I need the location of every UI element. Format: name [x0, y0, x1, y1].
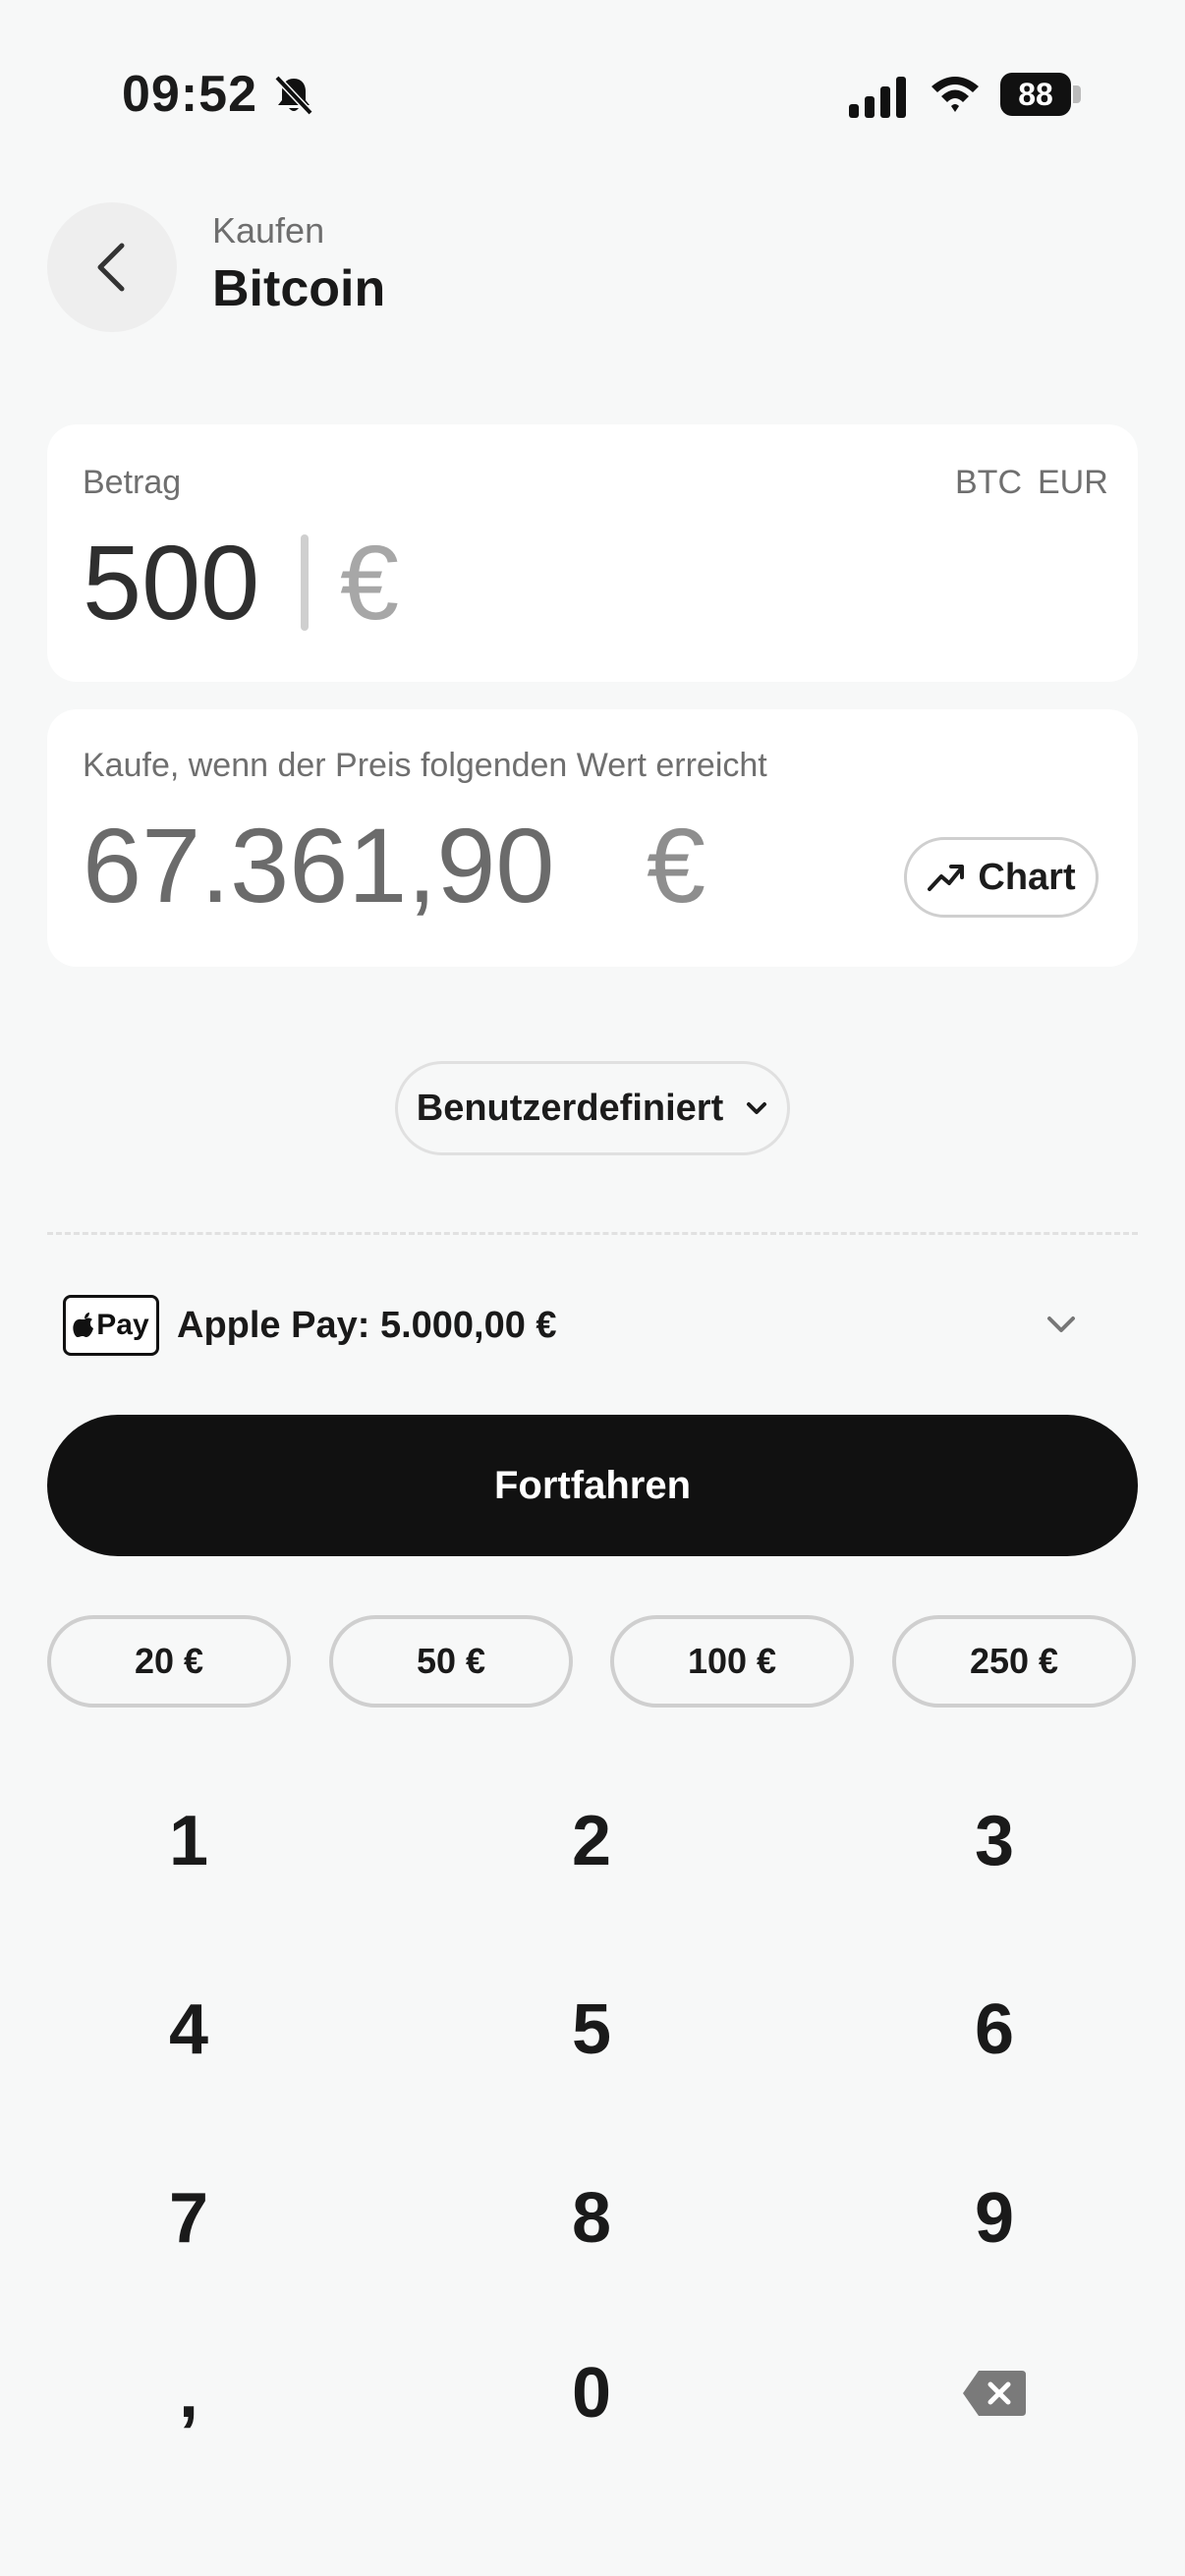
- keypad-key-6[interactable]: 6: [896, 1971, 1093, 2089]
- apple-pay-badge-text: Pay: [96, 1309, 149, 1341]
- chevron-down-icon[interactable]: [1042, 1305, 1081, 1344]
- trending-up-icon: [928, 865, 965, 891]
- chevron-down-icon: [747, 1102, 767, 1114]
- keypad-key-2[interactable]: 2: [493, 1782, 690, 1900]
- limit-price-input[interactable]: 67.361,90: [83, 804, 554, 926]
- status-time: 09:52: [122, 66, 257, 123]
- header-subtitle: Kaufen: [212, 210, 325, 251]
- page-title: Bitcoin: [212, 260, 386, 317]
- keypad-key-8[interactable]: 8: [493, 2159, 690, 2277]
- keypad-key-4[interactable]: 4: [90, 1971, 287, 2089]
- section-divider: [47, 1232, 1138, 1235]
- amount-label: Betrag: [83, 464, 182, 501]
- text-cursor: [301, 534, 309, 631]
- continue-button[interactable]: Fortfahren: [47, 1415, 1138, 1556]
- limit-price-label: Kaufe, wenn der Preis folgenden Wert err…: [83, 747, 767, 784]
- back-button[interactable]: [47, 202, 177, 332]
- keypad-key-7[interactable]: 7: [90, 2159, 287, 2277]
- chart-button[interactable]: Chart: [904, 837, 1099, 918]
- quick-amount-100[interactable]: 100 €: [610, 1615, 854, 1708]
- apple-pay-badge: Pay: [63, 1295, 159, 1356]
- keypad-key-9[interactable]: 9: [896, 2159, 1093, 2277]
- amount-currency-symbol: €: [340, 523, 400, 642]
- limit-price-currency: €: [647, 806, 706, 924]
- chevron-left-icon: [97, 243, 125, 292]
- keypad-key-1[interactable]: 1: [90, 1782, 287, 1900]
- backspace-icon: [963, 2371, 1026, 2416]
- keypad-key-3[interactable]: 3: [896, 1782, 1093, 1900]
- keypad-key-5[interactable]: 5: [493, 1971, 690, 2089]
- amount-input[interactable]: 500: [83, 521, 259, 644]
- keypad-key-comma[interactable]: ,: [90, 2334, 287, 2452]
- price-preset-dropdown[interactable]: Benutzerdefiniert: [395, 1061, 790, 1155]
- bell-muted-icon: [274, 75, 313, 116]
- unit-toggle-btc[interactable]: BTC: [955, 464, 1022, 502]
- cellular-signal-icon: [849, 77, 906, 118]
- preset-selected-label: Benutzerdefiniert: [416, 1087, 724, 1129]
- payment-method-label: Apple Pay: 5.000,00 €: [177, 1305, 557, 1346]
- wifi-icon: [931, 77, 979, 112]
- quick-amount-20[interactable]: 20 €: [47, 1615, 291, 1708]
- battery-indicator: 88: [1000, 73, 1081, 116]
- quick-amount-50[interactable]: 50 €: [329, 1615, 573, 1708]
- keypad-backspace[interactable]: [896, 2334, 1093, 2452]
- battery-level: 88: [1000, 73, 1071, 116]
- keypad-key-0[interactable]: 0: [493, 2334, 690, 2452]
- apple-logo-icon: [73, 1313, 94, 1337]
- unit-toggle-eur[interactable]: EUR: [1038, 464, 1108, 502]
- chart-button-label: Chart: [978, 856, 1076, 898]
- quick-amount-250[interactable]: 250 €: [892, 1615, 1136, 1708]
